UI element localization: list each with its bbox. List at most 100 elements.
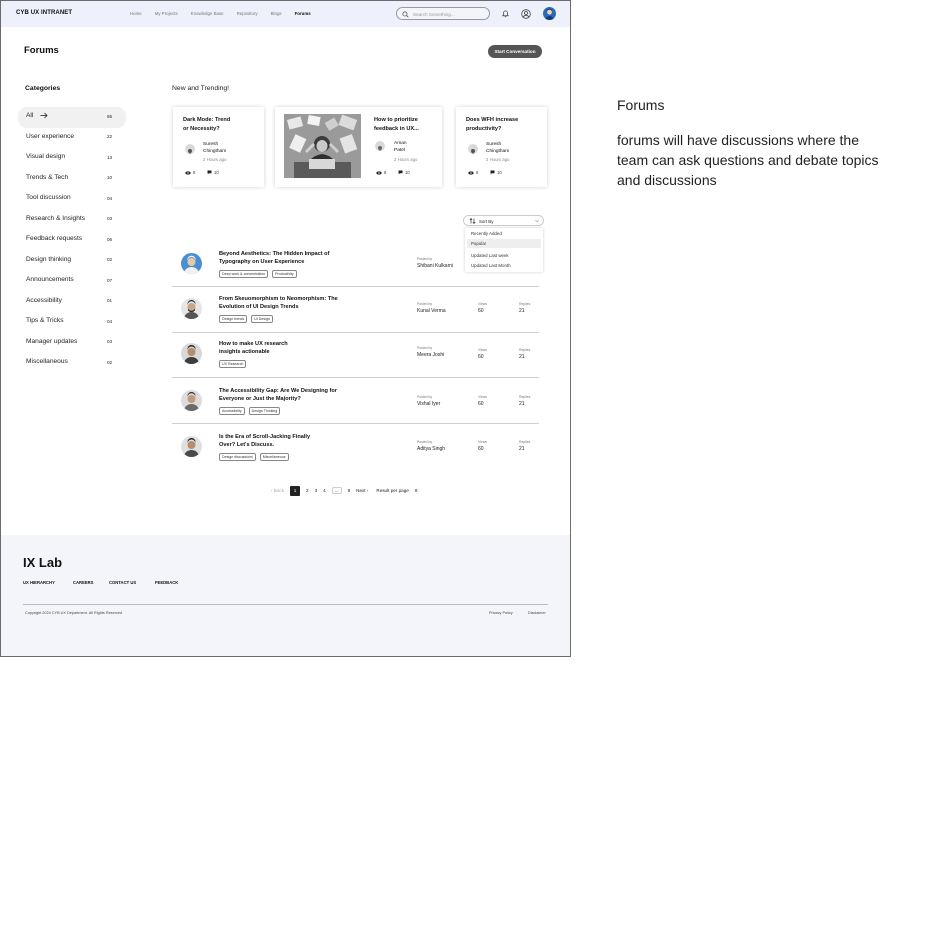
avatar[interactable] (543, 7, 556, 20)
footer-link-ux-hierarchy[interactable]: UX HIERARCHY (23, 580, 73, 585)
category-count: 04 (107, 195, 113, 201)
category-item-trends-tech[interactable]: Trends & Tech 10 (18, 169, 126, 190)
views-label: Views (478, 395, 487, 399)
posted-by-label: Posted by (417, 395, 433, 399)
views-label: Views (478, 348, 487, 352)
category-item-accessibility[interactable]: Accessibility 01 (18, 292, 126, 313)
tag-chip[interactable]: Accessibility (219, 407, 245, 415)
category-item-user-experience[interactable]: User experience 22 (18, 128, 126, 149)
replies-count: 21 (519, 446, 525, 452)
category-item-tool-discussion[interactable]: Tool discussion 04 (18, 189, 126, 210)
post-author[interactable]: Meera Joshi (417, 352, 444, 358)
trending-card[interactable]: Does WFH increase productivity? Suresh Chi… (456, 107, 547, 187)
footer-link-careers[interactable]: CAREERS (73, 580, 109, 585)
post-tags: Deep work & concentration Productivity (219, 270, 297, 278)
views-stat: 6 (376, 170, 386, 175)
category-item-manager-updates[interactable]: Manager updates 03 (18, 333, 126, 354)
categories-list: All 65 User experience 22 Visual design 13… (18, 107, 126, 374)
tag-chip[interactable]: Productivity (272, 270, 297, 278)
footer: IX Lab UX HIERARCHY CAREERS CONTACT US F… (1, 535, 570, 656)
post-title[interactable]: Is the Era of Scroll-Jacking Finally Over… (219, 433, 359, 450)
category-item-feedback-requests[interactable]: Feedback requests 06 (18, 230, 126, 251)
post-row[interactable]: From Skeuomorphism to Neomorphism: The Ev… (172, 287, 539, 333)
tag-chip[interactable]: Design Thinking (248, 407, 281, 415)
trending-card[interactable]: How to prioritize feedback in UX... Aman P… (275, 107, 442, 187)
post-title[interactable]: Beyond Aesthetics: The Hidden Impact of T… (219, 250, 359, 267)
replies-count: 21 (519, 401, 525, 407)
pagination-next-button[interactable]: Next › (356, 488, 368, 493)
post-author[interactable]: Aditya Singh (417, 446, 445, 452)
results-per-page-label: Result per page (376, 488, 409, 493)
pagination-page-3[interactable]: 3 (315, 488, 318, 493)
replies-label: Replies (519, 302, 531, 306)
pagination-page-last[interactable]: 8 (348, 488, 351, 493)
trending-card[interactable]: Dark Mode: Trend or Necessity? Suresh Chin… (173, 107, 264, 187)
nav-link-knowledge-base[interactable]: Knowledge Base (191, 11, 224, 16)
copyright-text: Copyright 2024 CYB UX Department. All Ri… (25, 611, 123, 615)
footer-link-contact-us[interactable]: CONTACT US (109, 580, 155, 585)
views-count: 60 (478, 446, 484, 452)
page-title: Forums (24, 45, 59, 56)
category-item-miscellaneous[interactable]: Miscellaneous 02 (18, 353, 126, 374)
category-label: Feedback requests (26, 235, 83, 242)
category-label: Trends & Tech (26, 173, 69, 181)
post-row[interactable]: The Accessibility Gap: Are We Designing … (172, 378, 539, 424)
tag-chip[interactable]: Design discussions (219, 453, 256, 461)
nav-link-my-projects[interactable]: My Projects (155, 11, 178, 16)
category-item-all[interactable]: All 65 (18, 107, 126, 128)
post-row[interactable]: How to make UX research insights actionab… (172, 332, 539, 378)
disclaimer-link[interactable]: Disclaimer (528, 611, 546, 615)
pagination-page-4[interactable]: 4 (323, 488, 326, 493)
views-label: Views (478, 440, 487, 444)
post-title[interactable]: From Skeuomorphism to Neomorphism: The Ev… (219, 295, 359, 312)
category-item-tips-tricks[interactable]: Tips & Tricks 04 (18, 312, 126, 333)
nav-link-blogs[interactable]: Blogs (271, 11, 282, 16)
search-input[interactable]: Search Something... (396, 7, 490, 20)
pagination-page-2[interactable]: 2 (306, 488, 309, 493)
category-item-research-insights[interactable]: Research & Insights 03 (18, 210, 126, 231)
category-item-announcements[interactable]: Announcements 07 (18, 271, 126, 292)
post-author[interactable]: Shibani Kulkarni (417, 263, 453, 269)
privacy-policy-link[interactable]: Privacy Policy (489, 611, 513, 615)
chevron-down-icon (535, 219, 539, 223)
nav-link-home[interactable]: Home (130, 11, 142, 16)
post-row[interactable]: Is the Era of Scroll-Jacking Finally Over… (172, 425, 539, 471)
post-title[interactable]: How to make UX research insights actionab… (219, 340, 359, 357)
nav-link-forums[interactable]: Forums (295, 11, 311, 16)
sort-option-recently-added[interactable]: Recently Added (467, 229, 541, 238)
category-label: Announcements (26, 276, 74, 283)
replies-label: Replies (519, 348, 531, 352)
post-tags: Accessibility Design Thinking (219, 407, 281, 415)
category-label: Accessibility (26, 296, 62, 304)
sort-option-popular[interactable]: Popular (467, 239, 541, 248)
category-item-visual-design[interactable]: Visual design 13 (18, 148, 126, 169)
sort-option-updated-last-week[interactable]: Updated Last week (467, 251, 541, 260)
tag-chip[interactable]: Deep work & concentration (219, 270, 269, 278)
footer-link-feedback[interactable]: FEEDBACK (155, 580, 178, 585)
brand-logo[interactable]: CYB UX INTRANET (16, 10, 72, 16)
bell-icon[interactable] (501, 9, 510, 18)
results-per-page-select[interactable]: 8 (415, 488, 418, 493)
post-author[interactable]: Vishal Iyer (417, 401, 440, 407)
pagination-page-1[interactable]: 1 (290, 485, 301, 496)
sort-dropdown[interactable]: Sort By (463, 215, 544, 226)
post-author[interactable]: Kunal Verma (417, 308, 446, 314)
nav-link-repository[interactable]: Repository (237, 11, 258, 16)
post-tags: Design trends UI Design (219, 315, 273, 323)
sort-option-updated-last-month[interactable]: Updated Last Month (467, 261, 541, 270)
post-title[interactable]: The Accessibility Gap: Are We Designing … (219, 387, 359, 404)
trending-card-title: Dark Mode: Trend or Necessity? (183, 117, 231, 132)
footer-logo[interactable]: IX Lab (23, 555, 62, 570)
posted-by-label: Posted by (417, 440, 433, 444)
app-frame: CYB UX INTRANET Home My Projects Knowled… (0, 0, 571, 657)
category-item-design-thinking[interactable]: Design thinking 02 (18, 251, 126, 272)
start-conversation-button[interactable]: Start Conversation (488, 45, 542, 58)
tag-chip[interactable]: UI Design (251, 315, 273, 323)
tag-chip[interactable]: Miscellaneous (259, 453, 289, 461)
category-count: 10 (107, 175, 113, 180)
pagination-back-button[interactable]: ‹ Back (271, 488, 284, 493)
user-profile-icon[interactable] (521, 9, 531, 19)
trending-card-author: Aman Patel (394, 141, 407, 153)
tag-chip[interactable]: UX Research (219, 360, 247, 368)
tag-chip[interactable]: Design trends (219, 315, 248, 323)
